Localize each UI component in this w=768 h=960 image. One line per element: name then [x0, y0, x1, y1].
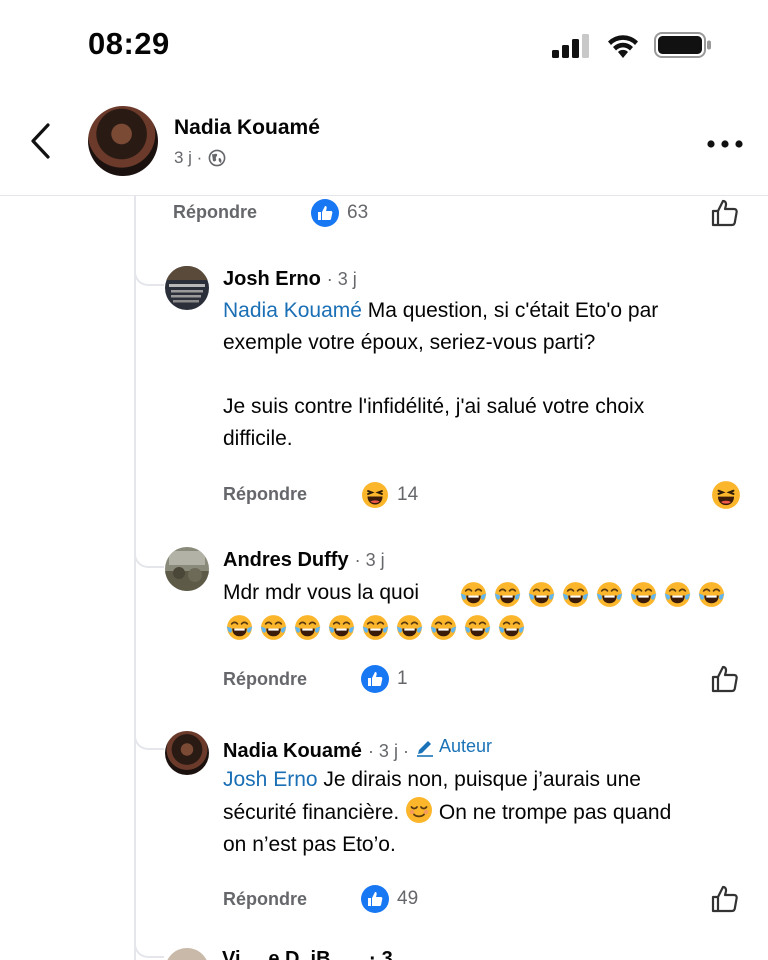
reaction-count: 1	[397, 668, 408, 689]
tears-of-joy-emoji-icon	[362, 615, 389, 640]
comment-actions: Répondre	[223, 669, 307, 690]
reply-button[interactable]: Répondre	[223, 484, 307, 505]
tears-of-joy-emoji-icon	[596, 582, 623, 607]
reply-button[interactable]: Répondre	[223, 669, 307, 690]
commenter-name[interactable]: Andres Duffy	[223, 549, 349, 572]
pencil-icon	[416, 740, 433, 757]
tears-of-joy-emoji-icon	[494, 582, 521, 607]
tears-of-joy-emoji-icon	[698, 582, 725, 607]
like-reaction-icon	[361, 885, 389, 913]
thread-branch	[134, 258, 164, 286]
author-name[interactable]: Nadia Kouamé	[174, 116, 320, 140]
status-bar: 08:29	[0, 0, 768, 92]
haha-reaction-button-icon[interactable]	[711, 480, 741, 510]
like-reaction-icon	[361, 665, 389, 693]
tears-of-joy-emoji-icon	[226, 615, 253, 640]
reply-button[interactable]: Répondre	[173, 202, 257, 223]
thread-line	[134, 196, 136, 960]
more-options-icon[interactable]	[706, 138, 744, 150]
status-time: 08:29	[88, 26, 170, 61]
like-button-icon[interactable]	[710, 664, 740, 694]
tears-of-joy-emoji-icon	[528, 582, 555, 607]
wifi-icon	[608, 35, 638, 58]
like-button-icon[interactable]	[710, 198, 740, 228]
commenter-avatar[interactable]	[165, 547, 209, 591]
comment-actions: Répondre	[223, 889, 307, 910]
comment-time: · 3 j ·	[367, 740, 409, 761]
like-button-icon[interactable]	[710, 884, 740, 914]
comment-text: Josh Erno Je dirais non, puisque j’aurai…	[223, 768, 672, 856]
reaction-summary[interactable]: 49	[361, 885, 418, 913]
back-arrow-icon[interactable]	[28, 122, 54, 160]
post-meta: 3 j ·	[174, 148, 226, 168]
laughing-emoji-row	[459, 580, 726, 609]
post-header: Nadia Kouamé 3 j ·	[0, 92, 768, 196]
comment-header: Josh Erno · 3 j	[223, 268, 357, 291]
tears-of-joy-emoji-icon	[460, 582, 487, 607]
commenter-name[interactable]: Nadia Kouamé	[223, 740, 362, 763]
thread-branch	[134, 930, 164, 958]
comment-actions: Répondre	[223, 484, 307, 505]
reaction-summary[interactable]: 1	[361, 665, 408, 693]
commenter-avatar[interactable]	[165, 948, 209, 960]
comment-text: Mdr mdr vous la quoi	[223, 581, 420, 604]
commenter-avatar[interactable]	[165, 731, 209, 775]
reaction-summary[interactable]: 63	[311, 199, 368, 227]
comment-header: Nadia Kouamé · 3 j · Auteur	[223, 736, 492, 763]
comment-header: Andres Duffy · 3 j	[223, 549, 385, 572]
globe-icon	[208, 149, 226, 167]
author-avatar[interactable]	[88, 106, 158, 176]
tears-of-joy-emoji-icon	[664, 582, 691, 607]
tears-of-joy-emoji-icon	[430, 615, 457, 640]
tears-of-joy-emoji-icon	[464, 615, 491, 640]
reaction-count: 14	[397, 484, 419, 505]
thread-branch	[134, 722, 164, 750]
battery-icon	[654, 32, 711, 58]
tears-of-joy-emoji-icon	[260, 615, 287, 640]
reaction-count: 49	[397, 888, 419, 909]
parent-actions: Répondre	[173, 202, 257, 223]
tears-of-joy-emoji-icon	[562, 582, 589, 607]
post-time: 3 j ·	[174, 148, 203, 167]
reply-button[interactable]: Répondre	[223, 889, 307, 910]
tears-of-joy-emoji-icon	[294, 615, 321, 640]
tears-of-joy-emoji-icon	[498, 615, 525, 640]
tears-of-joy-emoji-icon	[328, 615, 355, 640]
commenter-name[interactable]: Vi.....e D..iB...... · 3	[222, 948, 393, 960]
thread-branch	[134, 540, 164, 568]
mention-link[interactable]: Nadia Kouamé	[223, 299, 362, 322]
mention-link[interactable]: Josh Erno	[223, 768, 318, 791]
author-badge: Auteur	[415, 736, 492, 757]
commenter-avatar[interactable]	[165, 266, 209, 310]
tears-of-joy-emoji-icon	[630, 582, 657, 607]
like-reaction-icon	[311, 199, 339, 227]
commenter-name[interactable]: Josh Erno	[223, 268, 321, 291]
cellular-signal-icon	[552, 34, 589, 58]
relieved-face-emoji-icon	[406, 797, 433, 823]
haha-reaction-icon	[362, 482, 388, 508]
comment-time: · 3 j	[326, 269, 357, 289]
laughing-emoji-row	[225, 613, 526, 642]
comment-text: Nadia Kouamé Ma question, si c'était Eto…	[223, 299, 659, 450]
reaction-count: 63	[347, 202, 369, 223]
tears-of-joy-emoji-icon	[396, 615, 423, 640]
reaction-summary[interactable]: 14	[361, 481, 418, 509]
comment-time: · 3 j	[354, 550, 385, 570]
